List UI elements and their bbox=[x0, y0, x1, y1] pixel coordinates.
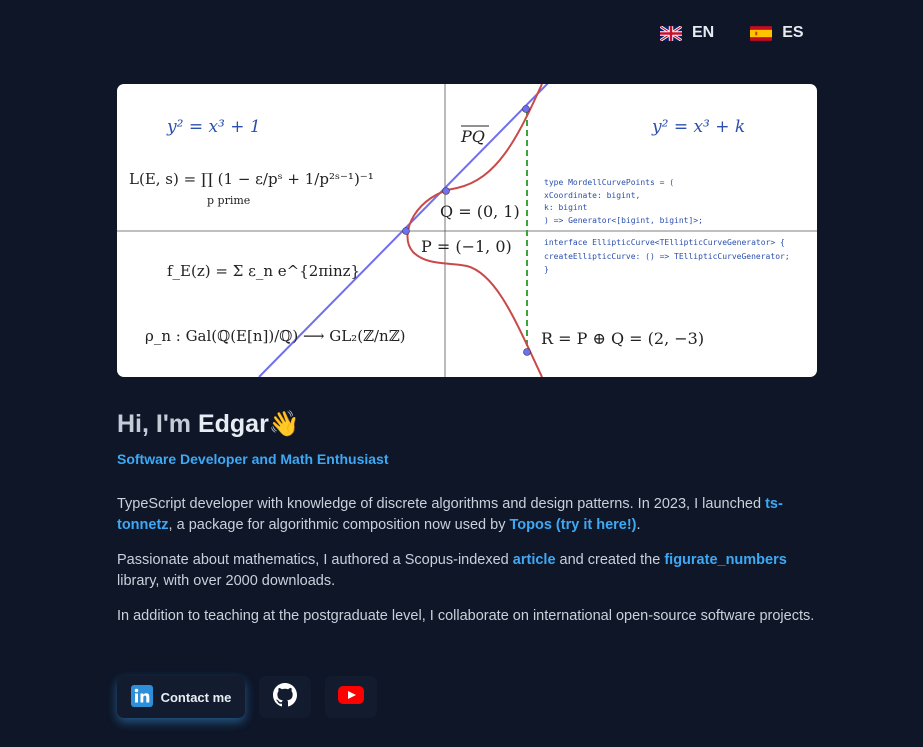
bio-paragraph-1: TypeScript developer with knowledge of d… bbox=[117, 494, 817, 536]
bio-text: library, with over 2000 downloads. bbox=[117, 573, 336, 589]
spain-flag-icon bbox=[750, 25, 773, 41]
github-button[interactable] bbox=[259, 676, 311, 718]
code-snippet-2: interface EllipticCurve<TEllipticCurveGe… bbox=[544, 238, 790, 274]
greeting-prefix: Hi, I'm bbox=[117, 410, 192, 438]
github-icon bbox=[273, 682, 297, 712]
code-snippet-1: type MordellCurvePoints = ( xCoordinate:… bbox=[544, 178, 703, 225]
code-line: xCoordinate: bigint, bbox=[544, 191, 640, 200]
language-switcher: EN ES bbox=[660, 24, 804, 42]
label-q: Q = (0, 1) bbox=[440, 202, 520, 221]
code-line: ) => Generator<[bigint, bigint]>; bbox=[544, 216, 703, 225]
modular-form: f_E(z) = Σ ε_n e^{2πinz} bbox=[167, 262, 360, 280]
l-function: L(E, s) = ∏ (1 − ε/pˢ + 1/p²ˢ⁻¹)⁻¹ bbox=[129, 170, 374, 188]
bio-paragraph-3: In addition to teaching at the postgradu… bbox=[117, 608, 815, 624]
label-pq: PQ bbox=[460, 127, 485, 146]
figurate-numbers-link[interactable]: figurate_numbers bbox=[664, 552, 786, 568]
contact-me-label: Contact me bbox=[160, 689, 232, 705]
code-line: type MordellCurvePoints = ( bbox=[544, 178, 674, 187]
article-link[interactable]: article bbox=[513, 552, 556, 568]
youtube-icon bbox=[338, 685, 364, 709]
contact-me-button[interactable]: Contact me bbox=[117, 676, 245, 718]
galois-representation: ρ_n : Gal(ℚ(E[n])/ℚ) ⟶ GL₂(ℤ/nℤ) bbox=[145, 327, 406, 345]
social-actions: Contact me bbox=[117, 676, 377, 718]
bio-text: Passionate about mathematics, I authored… bbox=[117, 552, 513, 568]
code-line: interface EllipticCurve<TEllipticCurveGe… bbox=[544, 238, 785, 247]
eq-right: y² = x³ + k bbox=[651, 117, 745, 137]
bio-text: , a package for algorithmic composition … bbox=[168, 517, 510, 533]
point-pq bbox=[522, 105, 530, 113]
bio-paragraph-2: Passionate about mathematics, I authored… bbox=[117, 550, 817, 592]
point-q bbox=[442, 187, 450, 195]
topos-link[interactable]: Topos (try it here!) bbox=[509, 517, 636, 533]
page-title: Hi, I'm Edgar👋 bbox=[117, 410, 300, 439]
code-line: createEllipticCurve: () => TEllipticCurv… bbox=[544, 252, 790, 261]
lang-en-button[interactable]: EN bbox=[660, 24, 714, 42]
linkedin-icon bbox=[130, 684, 153, 710]
lang-es-button[interactable]: ES bbox=[750, 24, 804, 42]
product-subscript: p prime bbox=[207, 194, 250, 207]
greeting-name: Edgar bbox=[197, 410, 269, 438]
waving-hand-icon: 👋 bbox=[268, 410, 300, 438]
bio-text: . bbox=[636, 517, 641, 533]
label-p: P = (−1, 0) bbox=[421, 237, 512, 256]
point-p bbox=[402, 227, 410, 235]
uk-flag-icon bbox=[660, 25, 682, 41]
eq-left: y² = x³ + 1 bbox=[166, 117, 261, 137]
point-r bbox=[523, 348, 531, 356]
label-r: R = P ⊕ Q = (2, −3) bbox=[541, 329, 704, 348]
page-subtitle: Software Developer and Math Enthusiast bbox=[117, 451, 389, 467]
bio-text: TypeScript developer with knowledge of d… bbox=[117, 496, 766, 512]
bio-text: and created the bbox=[555, 552, 665, 568]
hero-math-image: y² = x³ + 1 y² = x³ + k L(E, s) = ∏ (1 −… bbox=[117, 84, 817, 377]
code-line: } bbox=[544, 265, 549, 274]
bio-section: TypeScript developer with knowledge of d… bbox=[117, 494, 817, 641]
code-line: k: bigint bbox=[544, 203, 588, 212]
lang-en-label: EN bbox=[692, 24, 715, 41]
lang-es-label: ES bbox=[782, 24, 804, 41]
youtube-button[interactable] bbox=[325, 676, 377, 718]
